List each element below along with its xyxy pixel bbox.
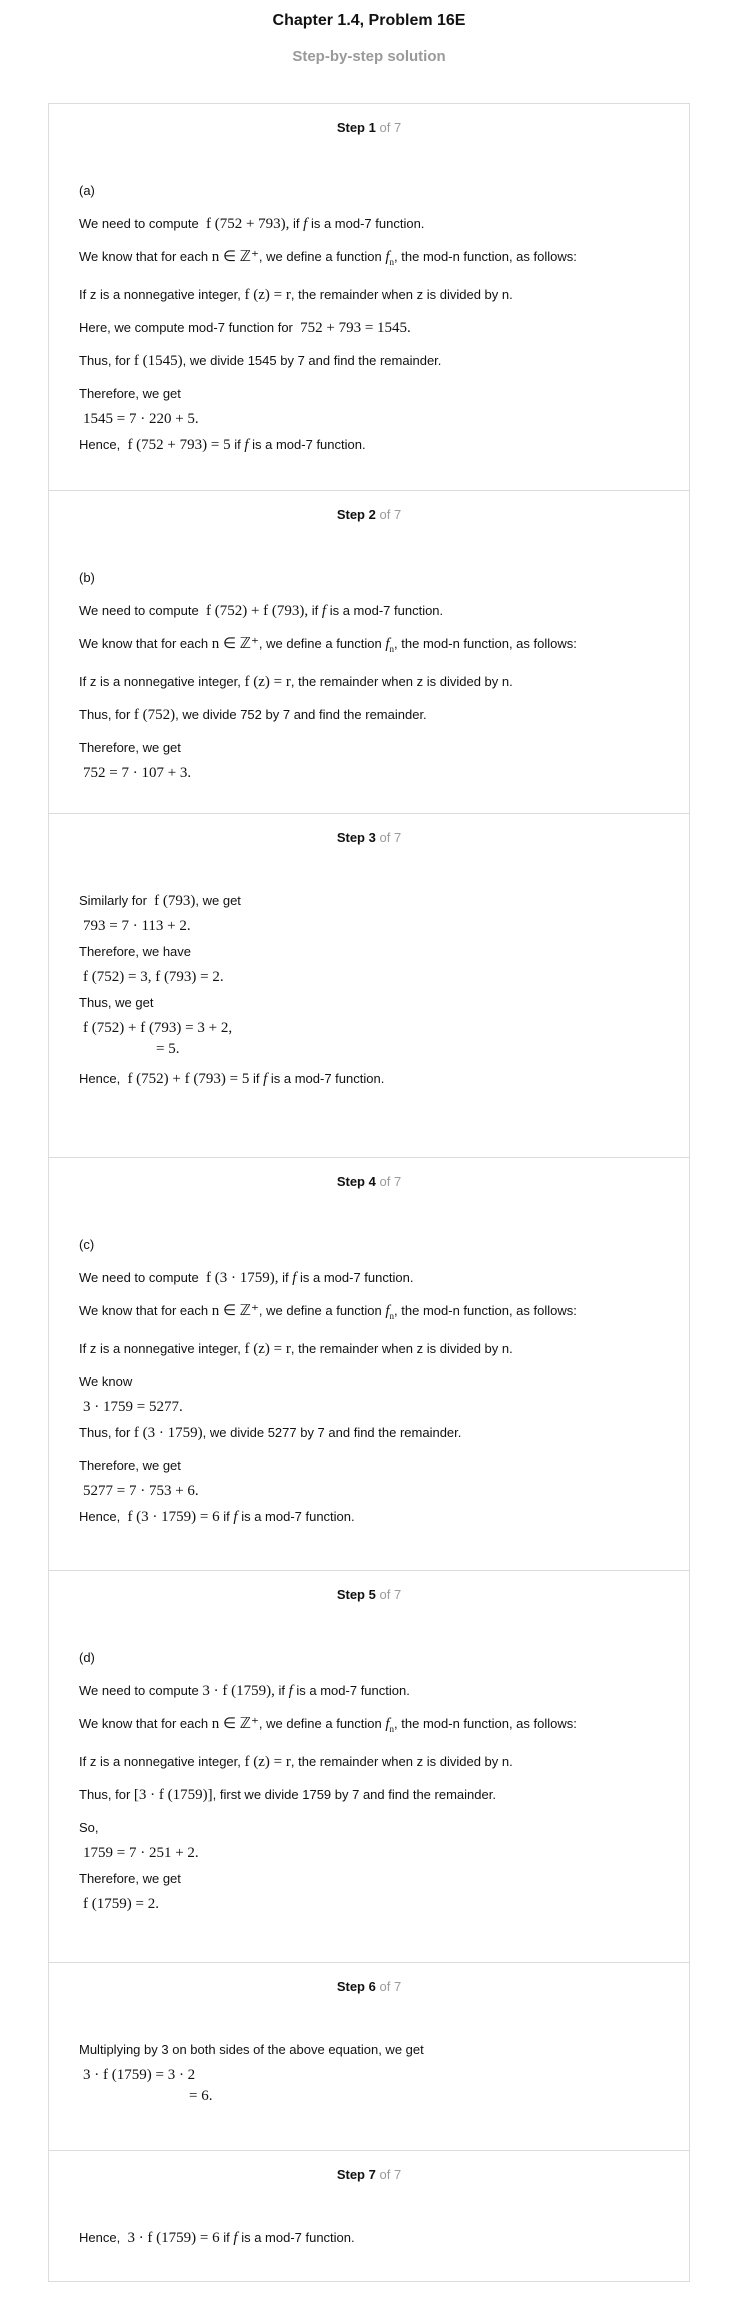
part-label: (c) <box>79 1237 95 1252</box>
part-label: (a) <box>79 183 95 198</box>
step-2: Step 2 of 7 (b) We need to compute f (75… <box>49 490 689 813</box>
line: Hence, f (752) + f (793) = 5 if f is a m… <box>79 1071 385 1087</box>
step-5: Step 5 of 7 (d) We need to compute 3 · f… <box>49 1570 689 1962</box>
line: We know that for each n ∈ ℤ⁺, we define … <box>79 249 577 267</box>
line: Hence, 3 · f (1759) = 6 if f is a mod-7 … <box>79 2230 355 2246</box>
line: We need to compute f (752) + f (793), if… <box>79 603 444 619</box>
line: Hence, f (752 + 793) = 5 if f is a mod-7… <box>79 437 366 453</box>
equation: 5277 = 7 · 753 + 6. <box>83 1483 199 1499</box>
equation: = 5. <box>156 1041 180 1057</box>
line: Hence, f (3 · 1759) = 6 if f is a mod-7 … <box>79 1509 355 1525</box>
line: So, <box>79 1820 99 1835</box>
line: Similarly for f (793), we get <box>79 893 241 909</box>
line: Thus, for f (3 · 1759), we divide 5277 b… <box>79 1425 462 1441</box>
equation: 752 = 7 · 107 + 3. <box>83 765 192 781</box>
steps-container: Step 1 of 7 (a) We need to compute f (75… <box>48 103 690 2282</box>
step-number: 1 <box>368 120 376 135</box>
equation: f (1759) = 2. <box>83 1896 159 1912</box>
line: Thus, for f (752), we divide 752 by 7 an… <box>79 707 427 723</box>
line: If z is a nonnegative integer, f (z) = r… <box>79 287 513 303</box>
line: Multiplying by 3 on both sides of the ab… <box>79 2042 424 2057</box>
step-header: Step 7 of 7 <box>336 2167 402 2182</box>
line: We need to compute 3 · f (1759), if f is… <box>79 1683 410 1699</box>
line: Therefore, we get <box>79 1458 181 1473</box>
equation: 3 · f (1759) = 3 · 2 <box>83 2067 196 2083</box>
line: We know that for each n ∈ ℤ⁺, we define … <box>79 636 577 654</box>
line: Here, we compute mod-7 function for 752 … <box>79 320 411 336</box>
equation: = 6. <box>189 2088 213 2104</box>
line: Therefore, we have <box>79 944 192 959</box>
step-header: Step 4 of 7 <box>336 1174 402 1189</box>
line: We know that for each n ∈ ℤ⁺, we define … <box>79 1716 577 1734</box>
equation: 1545 = 7 · 220 + 5. <box>83 411 199 427</box>
step-6: Step 6 of 7 Multiplying by 3 on both sid… <box>49 1962 689 2150</box>
line: We need to compute f (752 + 793), if f i… <box>79 216 425 232</box>
line: Thus, for f (1545), we divide 1545 by 7 … <box>79 353 442 369</box>
part-label: (b) <box>79 570 95 585</box>
equation: 793 = 7 · 113 + 2. <box>83 918 191 934</box>
page-subtitle: Step-by-step solution <box>292 48 446 65</box>
line: If z is a nonnegative integer, f (z) = r… <box>79 674 513 690</box>
line: We know <box>79 1374 133 1389</box>
equation: f (752) + f (793) = 3 + 2, <box>83 1020 233 1036</box>
line: We need to compute f (3 · 1759), if f is… <box>79 1270 414 1286</box>
line: Therefore, we get <box>79 1871 181 1886</box>
page-title: Chapter 1.4, Problem 16E <box>272 12 466 29</box>
step-7: Step 7 of 7 Hence, 3 · f (1759) = 6 if f… <box>49 2150 689 2281</box>
step-word: Step <box>336 120 365 135</box>
step-3: Step 3 of 7 Similarly for f (793), we ge… <box>49 813 689 1157</box>
equation: 3 · 1759 = 5277. <box>83 1399 183 1415</box>
step-header: Step 5 of 7 <box>336 1587 402 1602</box>
equation: f (752) = 3, f (793) = 2. <box>83 969 224 985</box>
step-header: Step 6 of 7 <box>336 1979 402 1994</box>
line: If z is a nonnegative integer, f (z) = r… <box>79 1754 513 1770</box>
step-header: Step 1 of 7 <box>79 104 659 158</box>
step-4: Step 4 of 7 (c) We need to compute f (3 … <box>49 1157 689 1570</box>
step-header: Step 3 of 7 <box>336 830 402 845</box>
line: Thus, we get <box>79 995 154 1010</box>
line: Therefore, we get <box>79 386 181 401</box>
line: Thus, for [3 · f (1759)], first we divid… <box>79 1787 496 1803</box>
step-header: Step 2 of 7 <box>336 507 402 522</box>
line: We know that for each n ∈ ℤ⁺, we define … <box>79 1303 577 1321</box>
line: Therefore, we get <box>79 740 181 755</box>
equation: 1759 = 7 · 251 + 2. <box>83 1845 199 1861</box>
line: If z is a nonnegative integer, f (z) = r… <box>79 1341 513 1357</box>
step-of: of 7 <box>379 120 402 135</box>
part-label: (d) <box>79 1650 95 1665</box>
step-1: Step 1 of 7 (a) We need to compute f (75… <box>49 104 689 490</box>
